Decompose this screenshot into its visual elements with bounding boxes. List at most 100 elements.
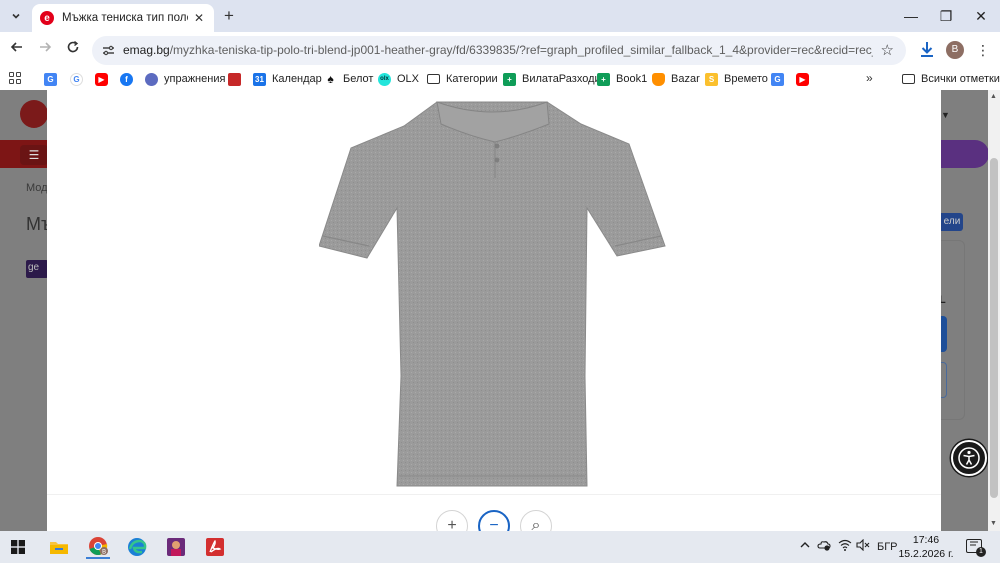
download-icon[interactable]: [918, 40, 936, 60]
bookmark-calendar[interactable]: 31 Календар: [253, 71, 322, 87]
scroll-down-icon[interactable]: ▼: [990, 520, 997, 527]
bazar-icon: [652, 72, 665, 86]
bookmark-folder-categories[interactable]: Категории: [427, 71, 498, 87]
app-icon: [145, 72, 158, 86]
bookmark-label: Bazar: [671, 73, 700, 85]
profile-avatar[interactable]: В: [946, 41, 964, 59]
bookmark-olx[interactable]: olx OLX: [378, 71, 419, 87]
bookmark-belot[interactable]: ♠ Белот: [324, 71, 373, 87]
browser-menu-icon[interactable]: ⋮: [976, 40, 990, 60]
onedrive-tray-icon[interactable]: [817, 539, 831, 554]
spade-icon: ♠: [327, 72, 334, 86]
chrome-taskbar-button[interactable]: В: [86, 535, 110, 559]
zoom-in-button[interactable]: +: [436, 510, 468, 531]
bookmark-facebook[interactable]: f: [120, 71, 139, 87]
clock-date: 15.2.2026 г.: [898, 548, 954, 560]
reload-button[interactable]: [63, 40, 83, 60]
dropdown-caret-icon: ▼: [941, 110, 950, 120]
maximize-button[interactable]: ❐: [931, 6, 961, 26]
tab-search-button[interactable]: [6, 6, 26, 26]
bookmark-book1[interactable]: + Book1: [597, 71, 647, 87]
youtube-icon: ▶: [95, 72, 108, 86]
browser-tab-active[interactable]: e Мъжка тениска тип поло, три ✕: [32, 4, 214, 32]
tab-close-icon[interactable]: ✕: [192, 11, 206, 25]
windows-taskbar: В БГР 17:46 15.2.2026 г. 1: [0, 531, 1000, 563]
show-hidden-icons-button[interactable]: [799, 539, 811, 554]
bookmark-google-translate-2[interactable]: G: [771, 71, 790, 87]
bookmark-red-app[interactable]: [228, 71, 247, 87]
chevron-up-icon: [800, 542, 810, 548]
input-language-indicator[interactable]: БГР: [877, 541, 898, 553]
minimize-button[interactable]: —: [896, 6, 926, 26]
close-window-button[interactable]: ✕: [966, 6, 996, 26]
bookmark-google-translate[interactable]: G: [44, 71, 63, 87]
youtube-icon: ▶: [796, 72, 809, 86]
address-bar[interactable]: emag.bg/myzhka-teniska-tip-polo-tri-blen…: [92, 36, 906, 65]
svg-text:В: В: [102, 548, 106, 555]
taskbar-clock[interactable]: 17:46 15.2.2026 г.: [898, 533, 954, 561]
chrome-icon: В: [89, 537, 108, 555]
zoom-reset-button[interactable]: ⌕: [520, 510, 552, 531]
minus-icon: −: [489, 517, 499, 531]
bookmark-star-icon[interactable]: ☆: [881, 41, 894, 59]
reload-icon: [67, 40, 79, 53]
chevron-down-icon: [12, 13, 20, 19]
all-bookmarks-folder[interactable]: Всички отметки: [902, 71, 1000, 87]
volume-tray-icon[interactable]: [856, 538, 870, 554]
bookmark-google[interactable]: G: [70, 71, 89, 87]
arrow-left-icon: [10, 42, 22, 52]
url-path: /myzhka-teniska-tip-polo-tri-blend-jp001…: [169, 43, 873, 57]
bookmarks-overflow-button[interactable]: »: [866, 71, 873, 85]
models-chip: ели: [941, 213, 963, 231]
all-bookmarks-label: Всички отметки: [921, 73, 1000, 85]
bookmark-youtube-2[interactable]: ▶: [796, 71, 815, 87]
acrobat-taskbar-button[interactable]: [203, 535, 227, 559]
bookmark-label: Времето: [724, 73, 768, 85]
acrobat-icon: [206, 538, 224, 556]
windows-logo-icon: [11, 540, 25, 554]
photo-app-taskbar-button[interactable]: [164, 535, 188, 559]
page-scrollbar[interactable]: ▲ ▼: [988, 90, 1000, 531]
bookmark-uprazhneniya[interactable]: упражнения: [145, 71, 225, 87]
page-viewport: ☰ Мод Мъ ge ▼ ели L + − ⌕ ▲ ▼: [0, 90, 1000, 531]
product-image[interactable]: [319, 96, 669, 490]
hamburger-menu-icon: ☰: [20, 145, 48, 165]
file-explorer-taskbar-button[interactable]: [47, 535, 71, 559]
scrollbar-thumb[interactable]: [990, 158, 998, 498]
bookmark-label: Категории: [446, 73, 498, 85]
breadcrumb: Мод: [26, 182, 48, 194]
site-settings-icon[interactable]: [102, 44, 115, 57]
bookmark-vremeto[interactable]: S Времето: [705, 71, 768, 87]
forward-button[interactable]: [35, 40, 55, 60]
edge-icon: [128, 538, 147, 556]
edge-taskbar-button[interactable]: [125, 535, 149, 559]
arrow-right-icon: [40, 42, 52, 52]
url-text[interactable]: emag.bg/myzhka-teniska-tip-polo-tri-blen…: [123, 43, 873, 57]
bookmark-youtube[interactable]: ▶: [95, 71, 114, 87]
scroll-up-icon[interactable]: ▲: [990, 93, 997, 100]
plus-icon: +: [447, 517, 457, 531]
folder-icon: [427, 74, 440, 84]
accessibility-button[interactable]: [951, 440, 987, 476]
photo-app-icon: [167, 538, 185, 556]
folder-icon: [902, 74, 915, 84]
weather-icon: S: [705, 72, 718, 86]
genius-badge: ge: [26, 260, 48, 278]
sheets-icon: +: [503, 72, 516, 86]
new-tab-button[interactable]: +: [220, 6, 238, 26]
olx-icon: olx: [378, 72, 391, 86]
secondary-button-edge: [941, 362, 947, 398]
back-button[interactable]: [7, 40, 27, 60]
network-tray-icon[interactable]: [838, 539, 852, 554]
bookmark-bazar[interactable]: Bazar: [652, 71, 700, 87]
bookmark-vilata-razhodi[interactable]: + ВилатаРазходи: [503, 71, 601, 87]
url-domain: emag.bg: [123, 43, 170, 57]
windows-start-button[interactable]: [6, 535, 30, 559]
wifi-icon: [838, 539, 852, 551]
bookmark-label: Белот: [343, 73, 374, 85]
apps-grid-icon[interactable]: [9, 72, 21, 84]
folder-icon: [50, 542, 68, 554]
zoom-out-button[interactable]: −: [478, 510, 510, 531]
add-to-cart-button-edge: [941, 316, 947, 352]
google-translate-icon: G: [771, 72, 784, 86]
